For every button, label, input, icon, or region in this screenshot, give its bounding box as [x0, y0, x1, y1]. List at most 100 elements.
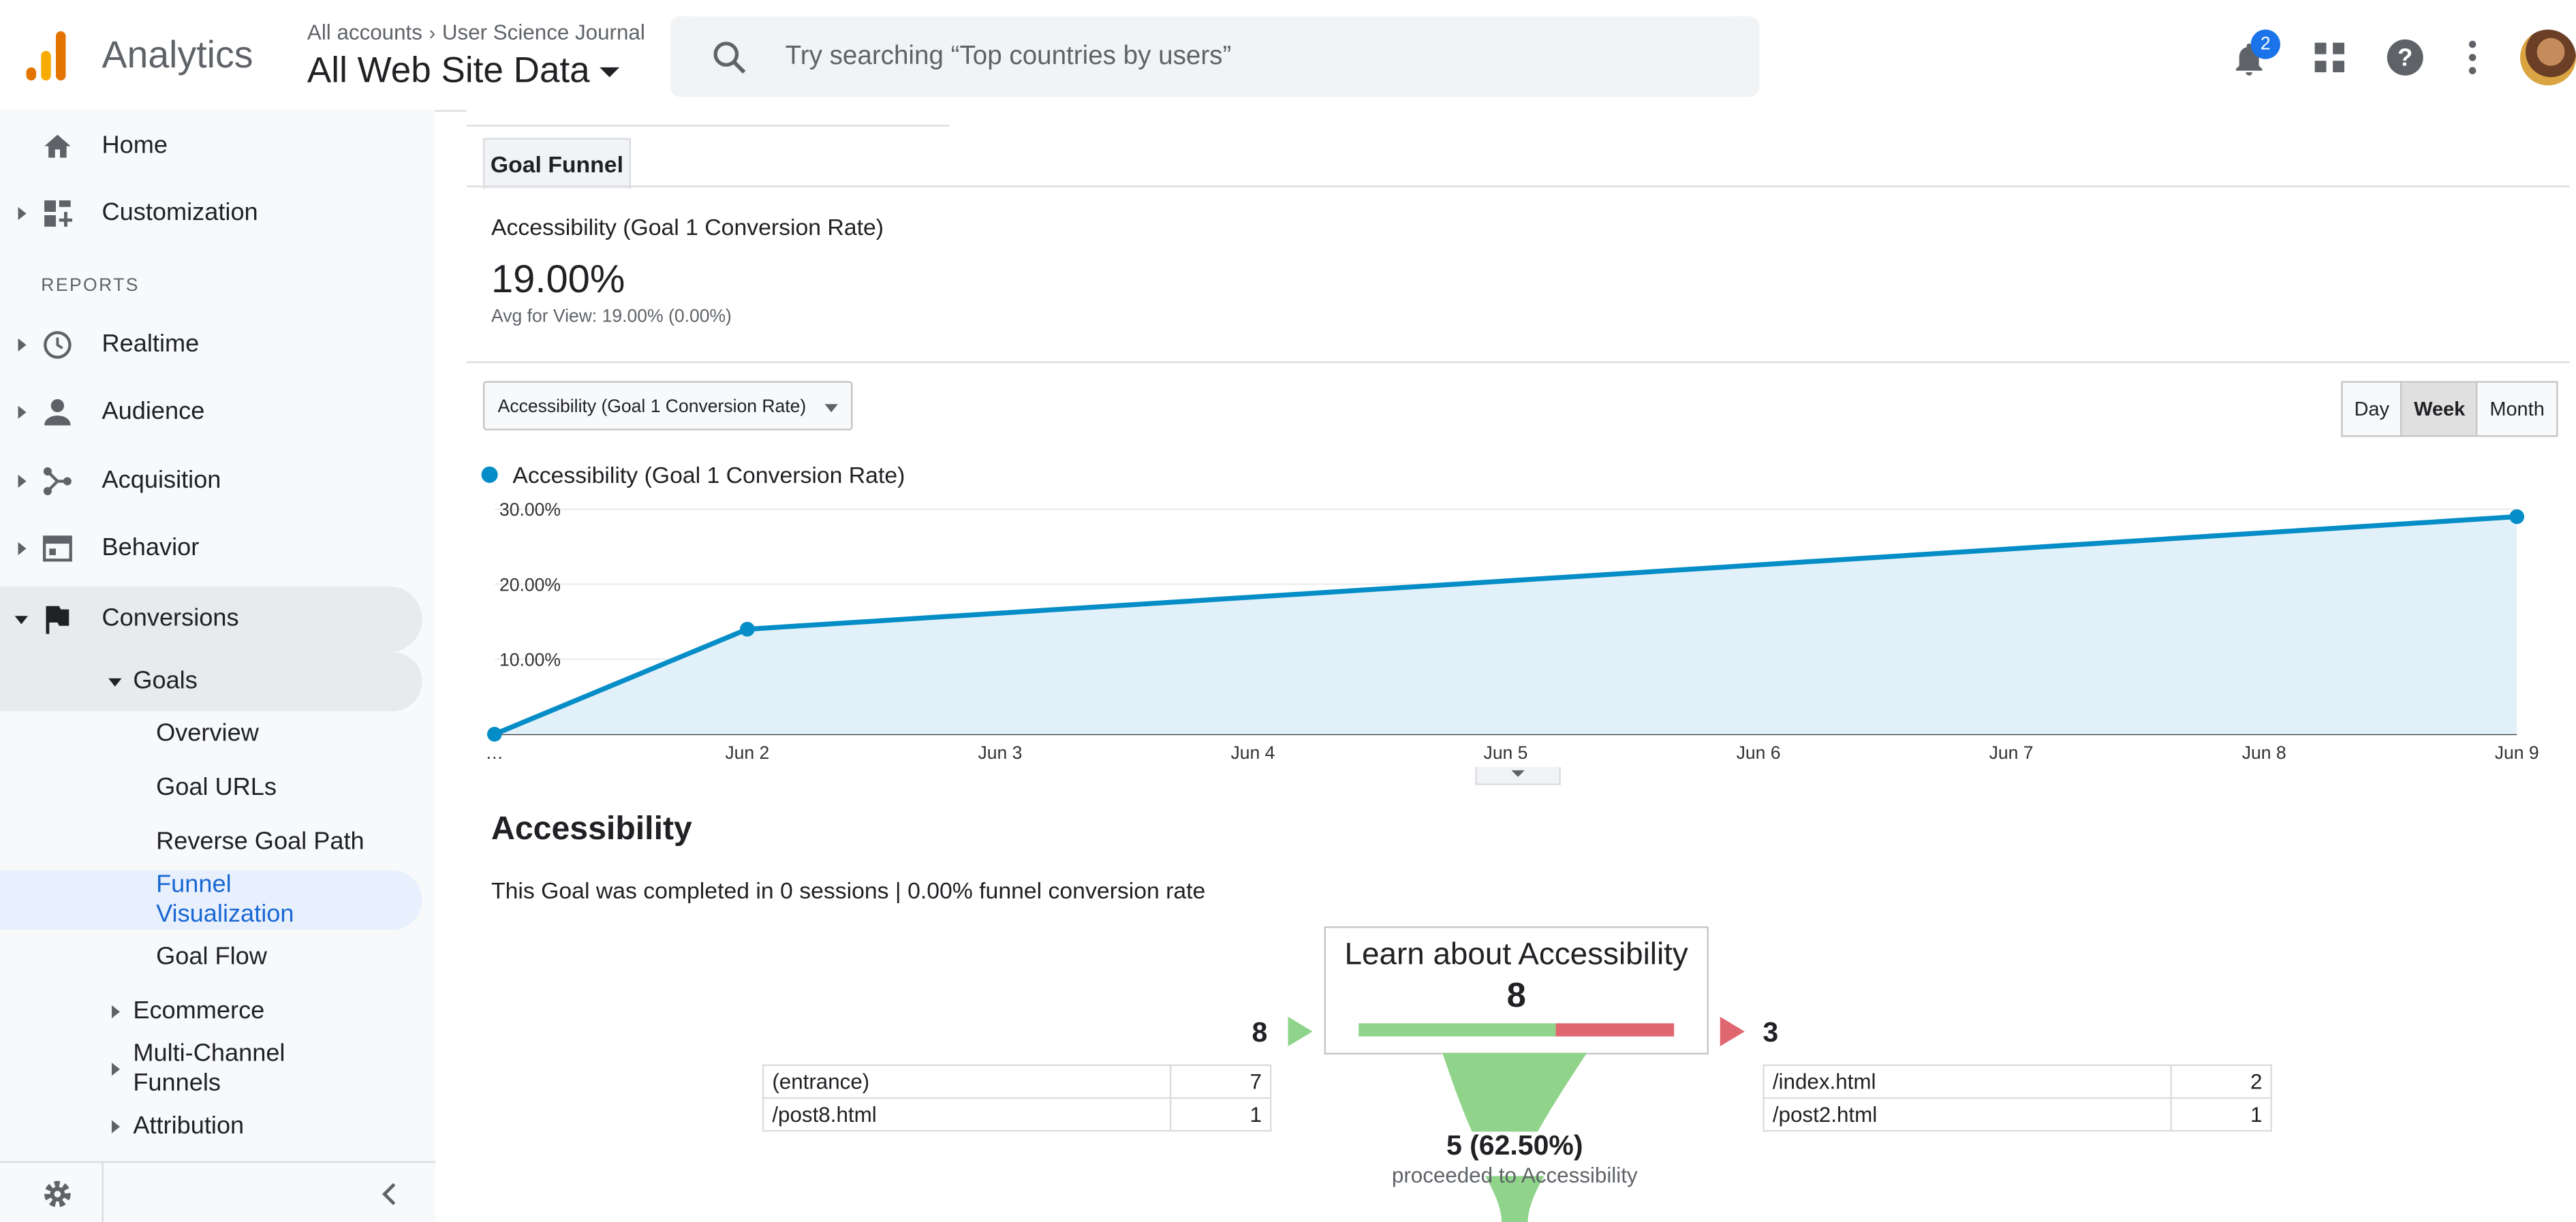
svg-text:?: ?: [2397, 43, 2412, 71]
x-tick-label: Jun 2: [725, 742, 769, 762]
search-icon: [713, 42, 746, 74]
exit-page: /index.html: [1763, 1064, 2173, 1099]
funnel-step-name: Learn about Accessibility: [1344, 937, 1688, 973]
help-icon[interactable]: ?: [2385, 37, 2425, 77]
sidebar-item-label: Reverse Goal Path: [156, 828, 364, 856]
sidebar-item-label: Conversions: [102, 604, 239, 633]
search-input[interactable]: [781, 36, 1709, 79]
table-row[interactable]: /index.html 2: [1763, 1064, 2272, 1099]
divider: [466, 125, 950, 127]
sidebar-item-goal-flow[interactable]: Goal Flow: [0, 928, 422, 987]
funnel-step-bar: [1359, 1023, 1675, 1037]
funnel-step[interactable]: Learn about Accessibility 8: [1324, 926, 1709, 1055]
apps-icon[interactable]: [2313, 41, 2346, 74]
sidebar-item-goal-urls[interactable]: Goal URLs: [0, 759, 422, 818]
period-day-button[interactable]: Day: [2343, 382, 2403, 436]
analytics-logo[interactable]: [26, 31, 73, 81]
caret-down-icon: [1511, 770, 1525, 777]
exit-count: 1: [2171, 1097, 2272, 1132]
collapse-arrow-icon: [108, 678, 122, 687]
exit-page: /post2.html: [1763, 1097, 2173, 1132]
sidebar-item-label: Attribution: [133, 1112, 245, 1140]
sidebar-item-label: Acquisition: [102, 466, 221, 495]
funnel-entrances-count: 8: [1252, 1016, 1268, 1048]
dashboard-icon: [44, 200, 73, 227]
metric-dropdown[interactable]: Accessibility (Goal 1 Conversion Rate): [482, 381, 853, 430]
funnel-proceeded: 5 (62.50%) proceeded to Accessibility: [1324, 1130, 1705, 1187]
sidebar-item-attribution[interactable]: Attribution: [0, 1097, 422, 1157]
legend-label: Accessibility (Goal 1 Conversion Rate): [512, 461, 905, 488]
sidebar-item-overview[interactable]: Overview: [0, 704, 422, 764]
breadcrumb[interactable]: All accounts › User Science Journal: [307, 20, 645, 44]
continued-bar: [1359, 1023, 1556, 1037]
collapse-sidebar-icon[interactable]: [379, 1182, 399, 1206]
y-tick-label: 30.00%: [499, 499, 561, 520]
behavior-icon: [42, 535, 72, 562]
sidebar-item-conversions[interactable]: Conversions: [0, 586, 422, 653]
collapse-arrow-icon: [14, 616, 28, 625]
period-month-button[interactable]: Month: [2478, 383, 2556, 435]
tab-goal-funnel[interactable]: Goal Funnel: [482, 138, 631, 189]
divider: [466, 185, 2570, 187]
table-row[interactable]: /post2.html 1: [1763, 1097, 2272, 1132]
sidebar-item-funnel-visualization[interactable]: Funnel Visualization: [0, 871, 422, 930]
metric-name: Accessibility (Goal 1 Conversion Rate): [491, 213, 884, 240]
funnel-exits-count: 3: [1763, 1016, 1779, 1048]
sidebar-item-customization[interactable]: Customization: [0, 184, 435, 243]
flag-icon: [46, 606, 69, 634]
breadcrumb-account-root[interactable]: All accounts: [307, 20, 422, 44]
sidebar-item-home[interactable]: Home: [0, 116, 435, 176]
breadcrumb-account[interactable]: User Science Journal: [442, 20, 645, 44]
table-row[interactable]: (entrance) 7: [762, 1064, 1272, 1099]
y-tick-label: 10.00%: [499, 649, 561, 670]
search-bar[interactable]: [670, 16, 1760, 97]
sidebar-item-realtime[interactable]: Realtime: [0, 315, 435, 375]
sidebar-item-multi-channel-funnels[interactable]: Multi-Channel Funnels: [0, 1038, 422, 1101]
line-chart: 30.00% 20.00% 10.00% … Jun 2 Jun 3 Jun 4 Jun 5 J…: [486, 499, 2539, 762]
avatar[interactable]: [2520, 29, 2576, 86]
exit-bar: [1555, 1023, 1675, 1037]
x-tick-label: Jun 5: [1484, 742, 1528, 762]
sidebar-item-label: Audience: [102, 397, 205, 426]
top-header: Analytics All accounts › User Science Jour…: [0, 0, 2576, 112]
chart-collapse-handle[interactable]: [1475, 767, 1561, 785]
sidebar-item-label: Ecommerce: [133, 997, 265, 1025]
notification-badge: 2: [2250, 29, 2280, 59]
expand-arrow-icon: [111, 1120, 121, 1133]
sidebar-item-label: Customization: [102, 198, 258, 227]
sidebar-item-label: Home: [102, 131, 168, 159]
more-vert-icon[interactable]: [2466, 40, 2479, 76]
exit-pages-table: /index.html 2 /post2.html 1: [1763, 1064, 2272, 1132]
expand-arrow-icon: [18, 542, 27, 556]
period-week-button[interactable]: Week: [2402, 382, 2479, 436]
chevron-right-icon: ›: [429, 21, 436, 45]
metric-average: Avg for View: 19.00% (0.00%): [491, 307, 732, 327]
view-name: All Web Site Data: [307, 49, 590, 91]
proceeded-value: 5 (62.50%): [1446, 1130, 1583, 1161]
caret-down-icon: [824, 404, 838, 413]
sidebar-item-audience[interactable]: Audience: [0, 383, 435, 442]
gear-icon[interactable]: [41, 1178, 74, 1210]
x-tick-label: Jun 4: [1231, 742, 1275, 762]
divider: [466, 361, 2570, 363]
caret-down-icon: [600, 67, 620, 78]
sidebar-item-behavior[interactable]: Behavior: [0, 519, 435, 578]
table-row[interactable]: /post8.html 1: [762, 1097, 1272, 1132]
sidebar-item-label: Goals: [133, 667, 198, 695]
proceeded-label: proceeded to Accessibility: [1391, 1163, 1638, 1188]
analytics-app: Analytics All accounts › User Science Jour…: [0, 0, 2576, 1222]
expand-arrow-icon: [18, 206, 27, 221]
view-selector[interactable]: All Web Site Data: [307, 49, 620, 92]
sidebar-item-label: Behavior: [102, 533, 200, 562]
exit-arrow-icon: [1720, 1016, 1745, 1047]
expand-arrow-icon: [111, 1063, 121, 1076]
metric-value: 19.00%: [491, 257, 625, 302]
sidebar-item-ecommerce[interactable]: Ecommerce: [0, 982, 422, 1041]
sidebar-item-reverse-goal-path[interactable]: Reverse Goal Path: [0, 813, 422, 873]
sidebar-item-acquisition[interactable]: Acquisition: [0, 452, 435, 511]
sidebar-item-goals[interactable]: Goals: [0, 652, 422, 712]
sidebar-item-label: Overview: [156, 719, 259, 748]
sidebar-item-label: Goal Flow: [156, 943, 267, 971]
data-point: [486, 727, 502, 742]
x-tick-label: Jun 6: [1737, 742, 1781, 762]
